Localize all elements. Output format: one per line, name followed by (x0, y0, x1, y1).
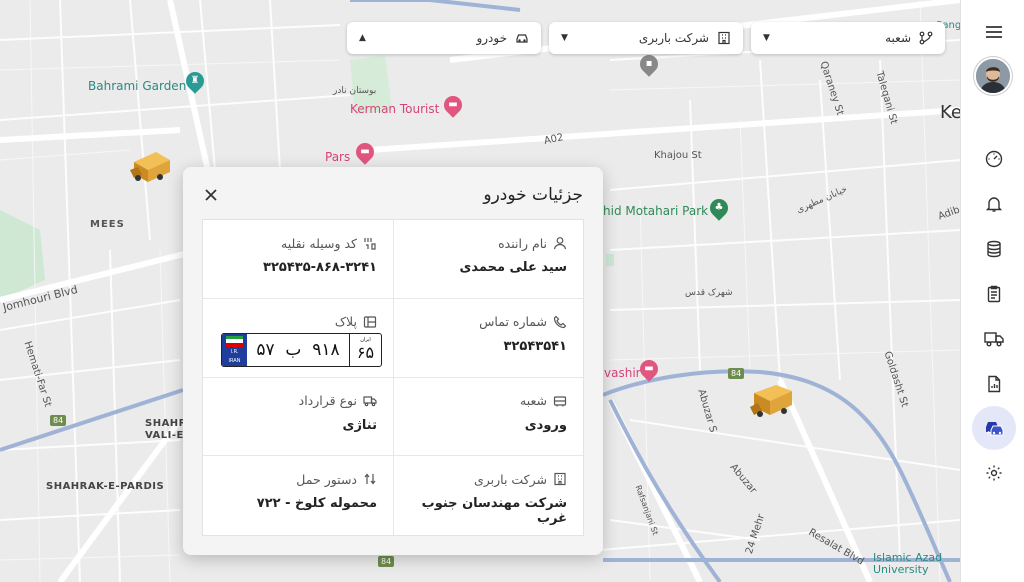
code-icon (363, 236, 377, 250)
map-label-kerman-top: Ke (940, 102, 960, 123)
order-value: محموله کلوخ - ۷۲۲ (256, 496, 377, 512)
details-grid: نام راننده سید علی محمدی کد وسیله نقلیه … (202, 219, 584, 536)
sidebar (960, 0, 1024, 582)
plate-cell: پلاک I.R. IRAN ۵۷ ب ۹۱۸ ایران ۶۵ (203, 299, 393, 378)
dialog-title: جزئیات خودرو (483, 185, 583, 205)
report-icon[interactable] (972, 362, 1016, 406)
caret-down-icon: ▼ (561, 33, 568, 43)
hotel-pin-icon[interactable]: ▬ (352, 139, 378, 165)
branch-icon (919, 31, 933, 45)
plate-country-top: I.R. (230, 349, 239, 356)
building-icon (553, 472, 567, 486)
cars-icon[interactable] (972, 406, 1016, 450)
menu-icon[interactable] (972, 10, 1016, 54)
map-label-bahrami-garden: Bahrami Garden (88, 79, 187, 93)
carrier-label: شرکت باربری (473, 471, 547, 487)
park-pin-icon[interactable]: ♣ (706, 195, 732, 221)
map-label-mees: MEES (90, 219, 125, 230)
building-icon (717, 31, 731, 45)
dashboard-icon[interactable] (972, 137, 1016, 181)
vehicle-filter-label: خودرو (476, 31, 507, 45)
vehicle-code-label: کد وسیله نقلیه (281, 235, 357, 251)
database-icon[interactable] (972, 227, 1016, 271)
branch-cell: شعبه ورودی (393, 377, 583, 457)
bell-icon[interactable] (972, 182, 1016, 226)
map-label-shahrak-pardis: SHAHRAK-E-PARDIS (46, 481, 165, 492)
avatar[interactable] (974, 57, 1012, 95)
plate-icon (363, 315, 377, 329)
map-label-kerman-tourist: Kerman Tourist (350, 102, 440, 116)
driver-value: سید علی محمدی (459, 260, 567, 275)
plate-part1: ۵۷ (256, 339, 275, 360)
vehicle-code-value: ۳۲۵۴۳۵-۸۶۸-۳۲۴۱ (263, 260, 377, 275)
caret-up-icon: ▲ (359, 33, 366, 43)
route-badge: 84 (50, 415, 67, 426)
driver-cell: نام راننده سید علی محمدی (393, 220, 583, 299)
map-label-pars: Pars (325, 150, 351, 164)
branch-filter[interactable]: شعبه ▼ (751, 22, 945, 54)
order-cell: دستور حمل محموله کلوخ - ۷۲۲ (203, 456, 393, 535)
vehicle-details-dialog: جزئیات خودرو نام راننده سید علی محمدی کد… (183, 167, 603, 555)
carrier-filter[interactable]: شرکت باربری ▼ (549, 22, 743, 54)
route-badge: 84 (378, 556, 395, 567)
branch-label: شعبه (520, 393, 547, 408)
branch-box-icon (553, 394, 567, 408)
iran-flag-icon: I.R. IRAN (222, 333, 247, 366)
license-plate: I.R. IRAN ۵۷ ب ۹۱۸ ایران ۶۵ (221, 332, 382, 367)
phone-cell: شماره تماس ۳۲۵۴۳۵۴۱ (393, 298, 583, 378)
map-label-azad: Islamic Azad University (873, 551, 943, 576)
order-label: دستور حمل (296, 471, 357, 487)
caret-down-icon: ▼ (763, 33, 770, 43)
settings-icon[interactable] (972, 451, 1016, 495)
phone-label: شماره تماس (479, 314, 547, 330)
plate-label: پلاک (334, 314, 357, 330)
map-label-persian-park: بوستان نادر (333, 86, 377, 96)
branch-filter-label: شعبه (885, 31, 911, 45)
plate-region: ۶۵ (356, 342, 375, 362)
vehicle-code-cell: کد وسیله نقلیه ۳۲۵۴۳۵-۸۶۸-۳۲۴۱ (203, 220, 393, 299)
hotel-pin-icon[interactable]: ▬ (440, 92, 466, 118)
car-icon (515, 31, 529, 45)
order-icon (363, 472, 377, 486)
carrier-value: شرکت مهندسان جنوب غرب (421, 496, 567, 527)
vehicle-marker-icon[interactable] (750, 381, 794, 419)
route-badge: 84 (728, 368, 745, 379)
hotel-pin-icon[interactable]: ▬ (636, 356, 662, 382)
map-label-khajou: Khajou St (654, 150, 702, 161)
map-label-vashir: vashir (604, 366, 641, 380)
truck-icon (363, 394, 377, 408)
vehicle-filter[interactable]: خودرو ▲ (347, 22, 541, 54)
branch-value: ورودی (524, 417, 567, 433)
phone-value: ۳۲۵۴۳۵۴۱ (503, 338, 567, 354)
carrier-cell: شرکت باربری شرکت مهندسان جنوب غرب (393, 456, 583, 535)
clipboard-icon[interactable] (972, 272, 1016, 316)
contract-cell: نوع قرارداد تناژی (203, 378, 393, 457)
map-label-motahari-park: hid Motahari Park (603, 204, 709, 218)
poi-pin-icon[interactable]: ▪ (636, 51, 662, 77)
contract-value: تناژی (342, 417, 377, 433)
map-label-persian-shahrak: شهرک قدس (685, 288, 733, 298)
close-icon[interactable] (203, 187, 219, 203)
truck-icon[interactable] (972, 317, 1016, 361)
carrier-filter-label: شرکت باربری (638, 31, 709, 45)
driver-label: نام راننده (498, 235, 547, 251)
contract-label: نوع قرارداد (298, 393, 357, 408)
vehicle-marker-icon[interactable] (128, 148, 172, 186)
plate-letter: ب (285, 339, 302, 360)
user-icon (553, 236, 567, 250)
plate-part2: ۹۱۸ (312, 339, 340, 360)
phone-icon (553, 315, 567, 329)
plate-country-bottom: IRAN (228, 357, 241, 364)
garden-pin-icon[interactable]: ♜ (182, 68, 208, 94)
